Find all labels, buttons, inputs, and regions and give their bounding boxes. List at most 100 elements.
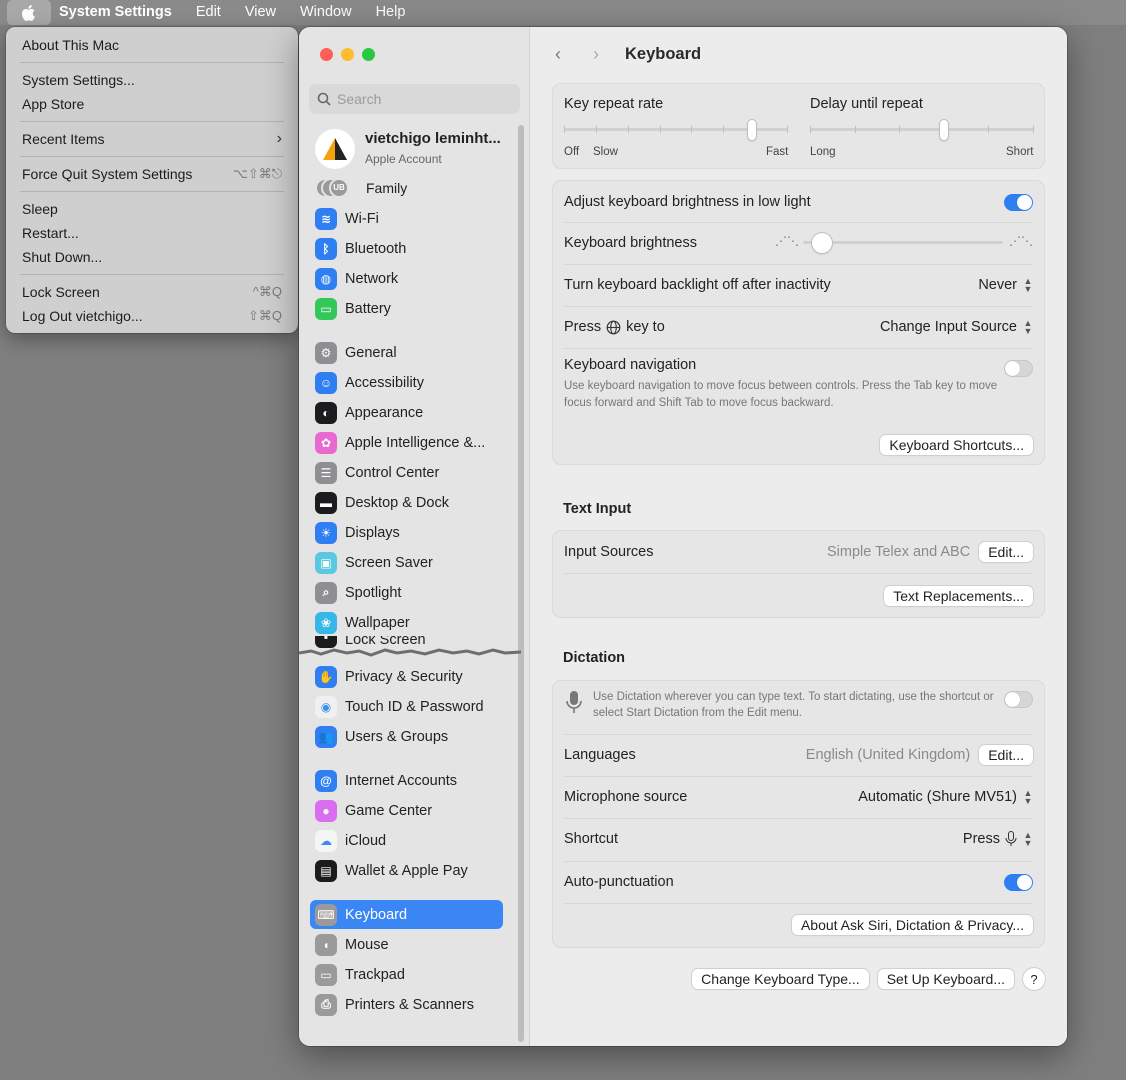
menu-item-shut-down[interactable]: Shut Down... [6, 245, 298, 269]
sidebar-item-touch-id-password[interactable]: ◉ Touch ID & Password [310, 692, 503, 721]
page-title: Keyboard [625, 45, 702, 63]
sidebar-item-network[interactable]: ◍ Network [310, 264, 503, 293]
wallet-apple-pay-icon: ▤ [315, 859, 337, 882]
family-label: Family [366, 180, 408, 196]
apple-account-item[interactable]: vietchigo leminht... Apple Account [315, 127, 515, 171]
sidebar-item-control-center[interactable]: ☰ Control Center [310, 458, 503, 487]
sidebar-item-label: Internet Accounts [345, 772, 458, 789]
sidebar-item-label: Network [345, 270, 399, 287]
key-repeat-slider[interactable] [564, 120, 788, 140]
menu-edit[interactable]: Edit [184, 0, 233, 25]
adjust-brightness-toggle[interactable] [1004, 193, 1033, 211]
row-divider [564, 903, 1033, 904]
input-sources-edit-button[interactable]: Edit... [979, 542, 1033, 562]
slider-knob[interactable] [812, 233, 832, 253]
sidebar-item-trackpad[interactable]: ▭ Trackpad [310, 960, 503, 989]
delay-repeat-slider[interactable] [810, 120, 1034, 140]
menu-app-name[interactable]: System Settings [51, 0, 184, 25]
keyboard-navigation-toggle[interactable] [1004, 360, 1033, 377]
menu-item-lock-screen[interactable]: Lock Screen ^⌘Q [6, 280, 298, 304]
slider-knob[interactable] [940, 120, 948, 140]
sidebar-item-label: Battery [345, 300, 391, 317]
microphone-source-label: Microphone source [564, 789, 688, 805]
menu-item-sleep-label: Sleep [22, 201, 58, 217]
settings-window: Search vietchigo leminht... Apple Accoun… [299, 27, 1067, 1046]
menu-separator [20, 62, 284, 63]
menu-item-system-settings[interactable]: System Settings... [6, 68, 298, 92]
family-avatars-icon: UB [315, 178, 355, 198]
menu-item-system-settings-label: System Settings... [22, 72, 135, 88]
backlight-off-value: Never [978, 277, 1017, 293]
dictation-card: Use Dictation wherever you can type text… [552, 680, 1045, 948]
zoom-window-button[interactable] [362, 48, 375, 61]
sidebar-item-accessibility[interactable]: ☺ Accessibility [310, 368, 503, 397]
shortcut-popup[interactable]: Press ▲ ▼ [963, 831, 1033, 848]
account-subtitle: Apple Account [365, 152, 442, 166]
keyboard-brightness-slider[interactable] [803, 233, 1003, 253]
adjust-brightness-label: Adjust keyboard brightness in low light [564, 194, 811, 210]
auto-punctuation-toggle[interactable] [1004, 873, 1033, 891]
set-up-keyboard-button[interactable]: Set Up Keyboard... [877, 969, 1014, 989]
sidebar-item-bluetooth[interactable]: ᛒ Bluetooth [310, 234, 503, 263]
menu-window[interactable]: Window [288, 0, 364, 25]
sidebar-item-internet-accounts[interactable]: @ Internet Accounts [310, 766, 503, 795]
family-item[interactable]: UB Family [315, 177, 407, 199]
keyboard-shortcuts-button[interactable]: Keyboard Shortcuts... [880, 435, 1033, 455]
row-divider [564, 348, 1033, 349]
sidebar-item-spotlight[interactable]: ⌕ Spotlight [310, 578, 503, 607]
sidebar-item-screen-saver[interactable]: ▣ Screen Saver [310, 548, 503, 577]
press-key-suffix: key to [626, 319, 665, 335]
sidebar-item-battery[interactable]: ▭ Battery [310, 294, 503, 323]
sidebar-item-icloud[interactable]: ☁ iCloud [310, 826, 503, 855]
text-input-heading: Text Input [563, 501, 632, 517]
menu-item-app-store[interactable]: App Store [6, 92, 298, 116]
sidebar-item-printers-scanners[interactable]: ⎙ Printers & Scanners [310, 990, 503, 1019]
minimize-window-button[interactable] [341, 48, 354, 61]
search-field[interactable]: Search [309, 84, 520, 114]
sidebar-item-mouse[interactable]: ◖ Mouse [310, 930, 503, 959]
menu-item-restart[interactable]: Restart... [6, 221, 298, 245]
menu-item-force-quit[interactable]: Force Quit System Settings ⌥⇧⌘⎋ [6, 162, 298, 186]
backlight-off-row: Turn keyboard backlight off after inacti… [564, 264, 1033, 306]
help-button[interactable]: ? [1023, 968, 1045, 990]
about-siri-dictation-button[interactable]: About Ask Siri, Dictation & Privacy... [791, 915, 1033, 935]
change-keyboard-type-button[interactable]: Change Keyboard Type... [692, 969, 869, 989]
press-key-popup[interactable]: Change Input Source ▲ ▼ [880, 319, 1033, 336]
menu-item-about[interactable]: About This Mac [6, 33, 298, 57]
sidebar-item-privacy-security[interactable]: ✋ Privacy & Security [310, 662, 503, 691]
general-icon: ⚙ [315, 341, 337, 364]
text-input-card: Input Sources Simple Telex and ABC Edit.… [552, 530, 1045, 618]
spotlight-icon: ⌕ [315, 581, 337, 604]
sidebar-item-general[interactable]: ⚙ General [310, 338, 503, 367]
text-replacements-button[interactable]: Text Replacements... [884, 586, 1033, 606]
menu-help[interactable]: Help [364, 0, 418, 25]
menu-item-recent-items[interactable]: Recent Items › [6, 127, 298, 151]
slider-knob[interactable] [748, 120, 756, 140]
microphone-source-popup[interactable]: Automatic (Shure MV51) ▲ ▼ [858, 789, 1033, 806]
languages-edit-button[interactable]: Edit... [979, 745, 1033, 765]
sidebar-item-displays[interactable]: ☀ Displays [310, 518, 503, 547]
shortcut-row: Shortcut Press ▲ ▼ [564, 818, 1033, 860]
menu-item-log-out[interactable]: Log Out vietchigo... ⇧⌘Q [6, 304, 298, 328]
menu-view[interactable]: View [233, 0, 288, 25]
backlight-off-popup[interactable]: Never ▲ ▼ [978, 277, 1033, 294]
back-button[interactable]: ‹ [555, 44, 561, 65]
sidebar-item-desktop-dock[interactable]: ▬ Desktop & Dock [310, 488, 503, 517]
delay-short-label: Short [1006, 146, 1034, 158]
sidebar-item-users-groups[interactable]: 👥 Users & Groups [310, 722, 503, 751]
sidebar-item-game-center[interactable]: ● Game Center [310, 796, 503, 825]
wallpaper-icon: ❀ [315, 611, 337, 634]
desktop-dock-icon: ▬ [315, 491, 337, 514]
forward-button[interactable]: › [593, 44, 599, 65]
sidebar-scrollbar[interactable] [518, 125, 524, 1042]
sidebar-item-wallpaper[interactable]: ❀ Wallpaper [310, 608, 503, 637]
apple-menu-icon[interactable] [7, 0, 51, 25]
sidebar-item-appearance[interactable]: ◐ Appearance [310, 398, 503, 427]
sidebar-item-keyboard[interactable]: ⌨ Keyboard [310, 900, 503, 929]
dictation-toggle[interactable] [1004, 691, 1033, 708]
sidebar-item-wi-fi[interactable]: ≋ Wi-Fi [310, 204, 503, 233]
close-window-button[interactable] [320, 48, 333, 61]
sidebar-item-wallet-apple-pay[interactable]: ▤ Wallet & Apple Pay [310, 856, 503, 885]
sidebar-item-apple-intelligence[interactable]: ✿ Apple Intelligence &... [310, 428, 503, 457]
menu-item-sleep[interactable]: Sleep [6, 197, 298, 221]
